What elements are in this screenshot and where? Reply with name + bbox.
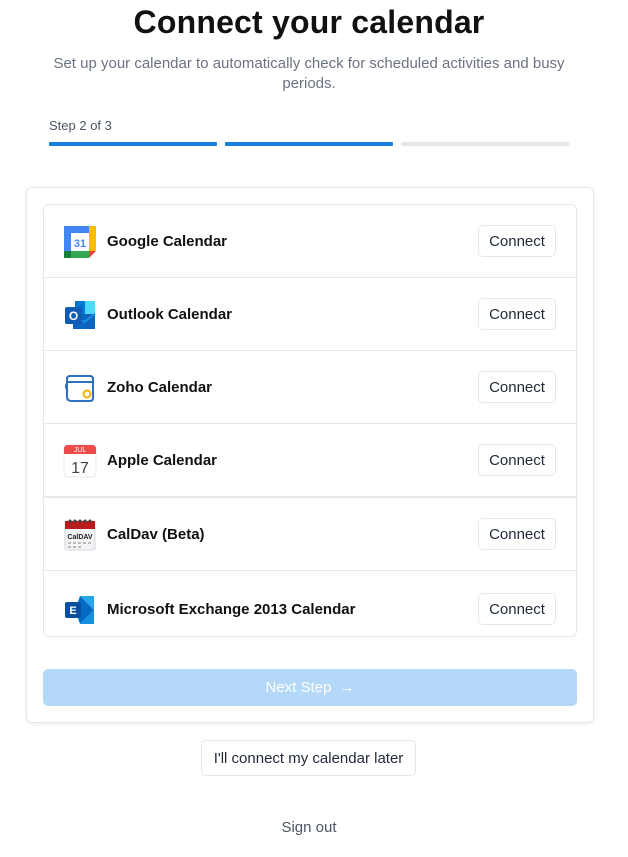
- calendar-card: 31 Google Calendar Connect O Outlook Cal…: [26, 187, 594, 723]
- apple-day-text: 17: [71, 460, 89, 477]
- calendar-row-outlook: O Outlook Calendar Connect: [44, 278, 576, 351]
- exchange-letter: E: [69, 605, 76, 617]
- outlook-icon: O: [63, 298, 97, 332]
- next-step-label: Next Step: [265, 679, 332, 696]
- google-calendar-icon: 31: [63, 225, 97, 259]
- apple-month-text: JUL: [74, 447, 87, 454]
- calendar-name: Outlook Calendar: [107, 306, 233, 323]
- calendar-provider-list: 31 Google Calendar Connect O Outlook Cal…: [43, 204, 577, 637]
- calendar-name: Microsoft Exchange 2013 Calendar: [107, 601, 356, 618]
- calendar-row-zoho: Zoho Calendar Connect: [44, 351, 576, 424]
- connect-exchange-button[interactable]: Connect: [478, 593, 556, 625]
- progress-segment-1: [49, 142, 217, 146]
- page-subtitle: Set up your calendar to automatically ch…: [53, 55, 565, 92]
- step-indicator-label: Step 2 of 3: [49, 118, 112, 133]
- calendar-row-exchange: E Microsoft Exchange 2013 Calendar Conne…: [44, 571, 576, 636]
- outlook-letter: O: [69, 309, 78, 323]
- apple-calendar-icon: JUL 17: [63, 444, 97, 478]
- connect-apple-button[interactable]: Connect: [478, 444, 556, 476]
- page-title: Connect your calendar: [133, 4, 485, 40]
- connect-later-button[interactable]: I'll connect my calendar later: [201, 740, 416, 776]
- arrow-right-icon: →: [339, 679, 355, 696]
- exchange-icon: E: [63, 593, 97, 627]
- sign-out-link[interactable]: Sign out: [0, 819, 618, 836]
- step-progress-bar: [49, 142, 569, 146]
- calendar-name: CalDav (Beta): [107, 526, 205, 543]
- connect-outlook-button[interactable]: Connect: [478, 298, 556, 330]
- connect-caldav-button[interactable]: Connect: [478, 518, 556, 550]
- calendar-name: Zoho Calendar: [107, 379, 213, 396]
- connect-google-button[interactable]: Connect: [478, 225, 556, 257]
- calendar-name: Apple Calendar: [107, 452, 218, 469]
- caldav-icon: CalDAV: [63, 518, 97, 552]
- zoho-calendar-icon: [63, 371, 97, 405]
- calendar-row-google: 31 Google Calendar Connect: [44, 205, 576, 278]
- calendar-name: Google Calendar: [107, 233, 228, 250]
- calendar-row-apple: JUL 17 Apple Calendar Connect: [44, 424, 576, 497]
- progress-segment-2: [225, 142, 393, 146]
- google-day-text: 31: [74, 238, 86, 250]
- next-step-button[interactable]: Next Step →: [43, 669, 577, 706]
- connect-zoho-button[interactable]: Connect: [478, 371, 556, 403]
- progress-segment-3: [401, 142, 569, 146]
- connect-calendar-page: Connect your calendar Set up your calend…: [0, 0, 628, 857]
- caldav-label-text: CalDAV: [67, 534, 92, 541]
- calendar-row-caldav: CalDAV CalDav (Beta) Connect: [44, 497, 576, 571]
